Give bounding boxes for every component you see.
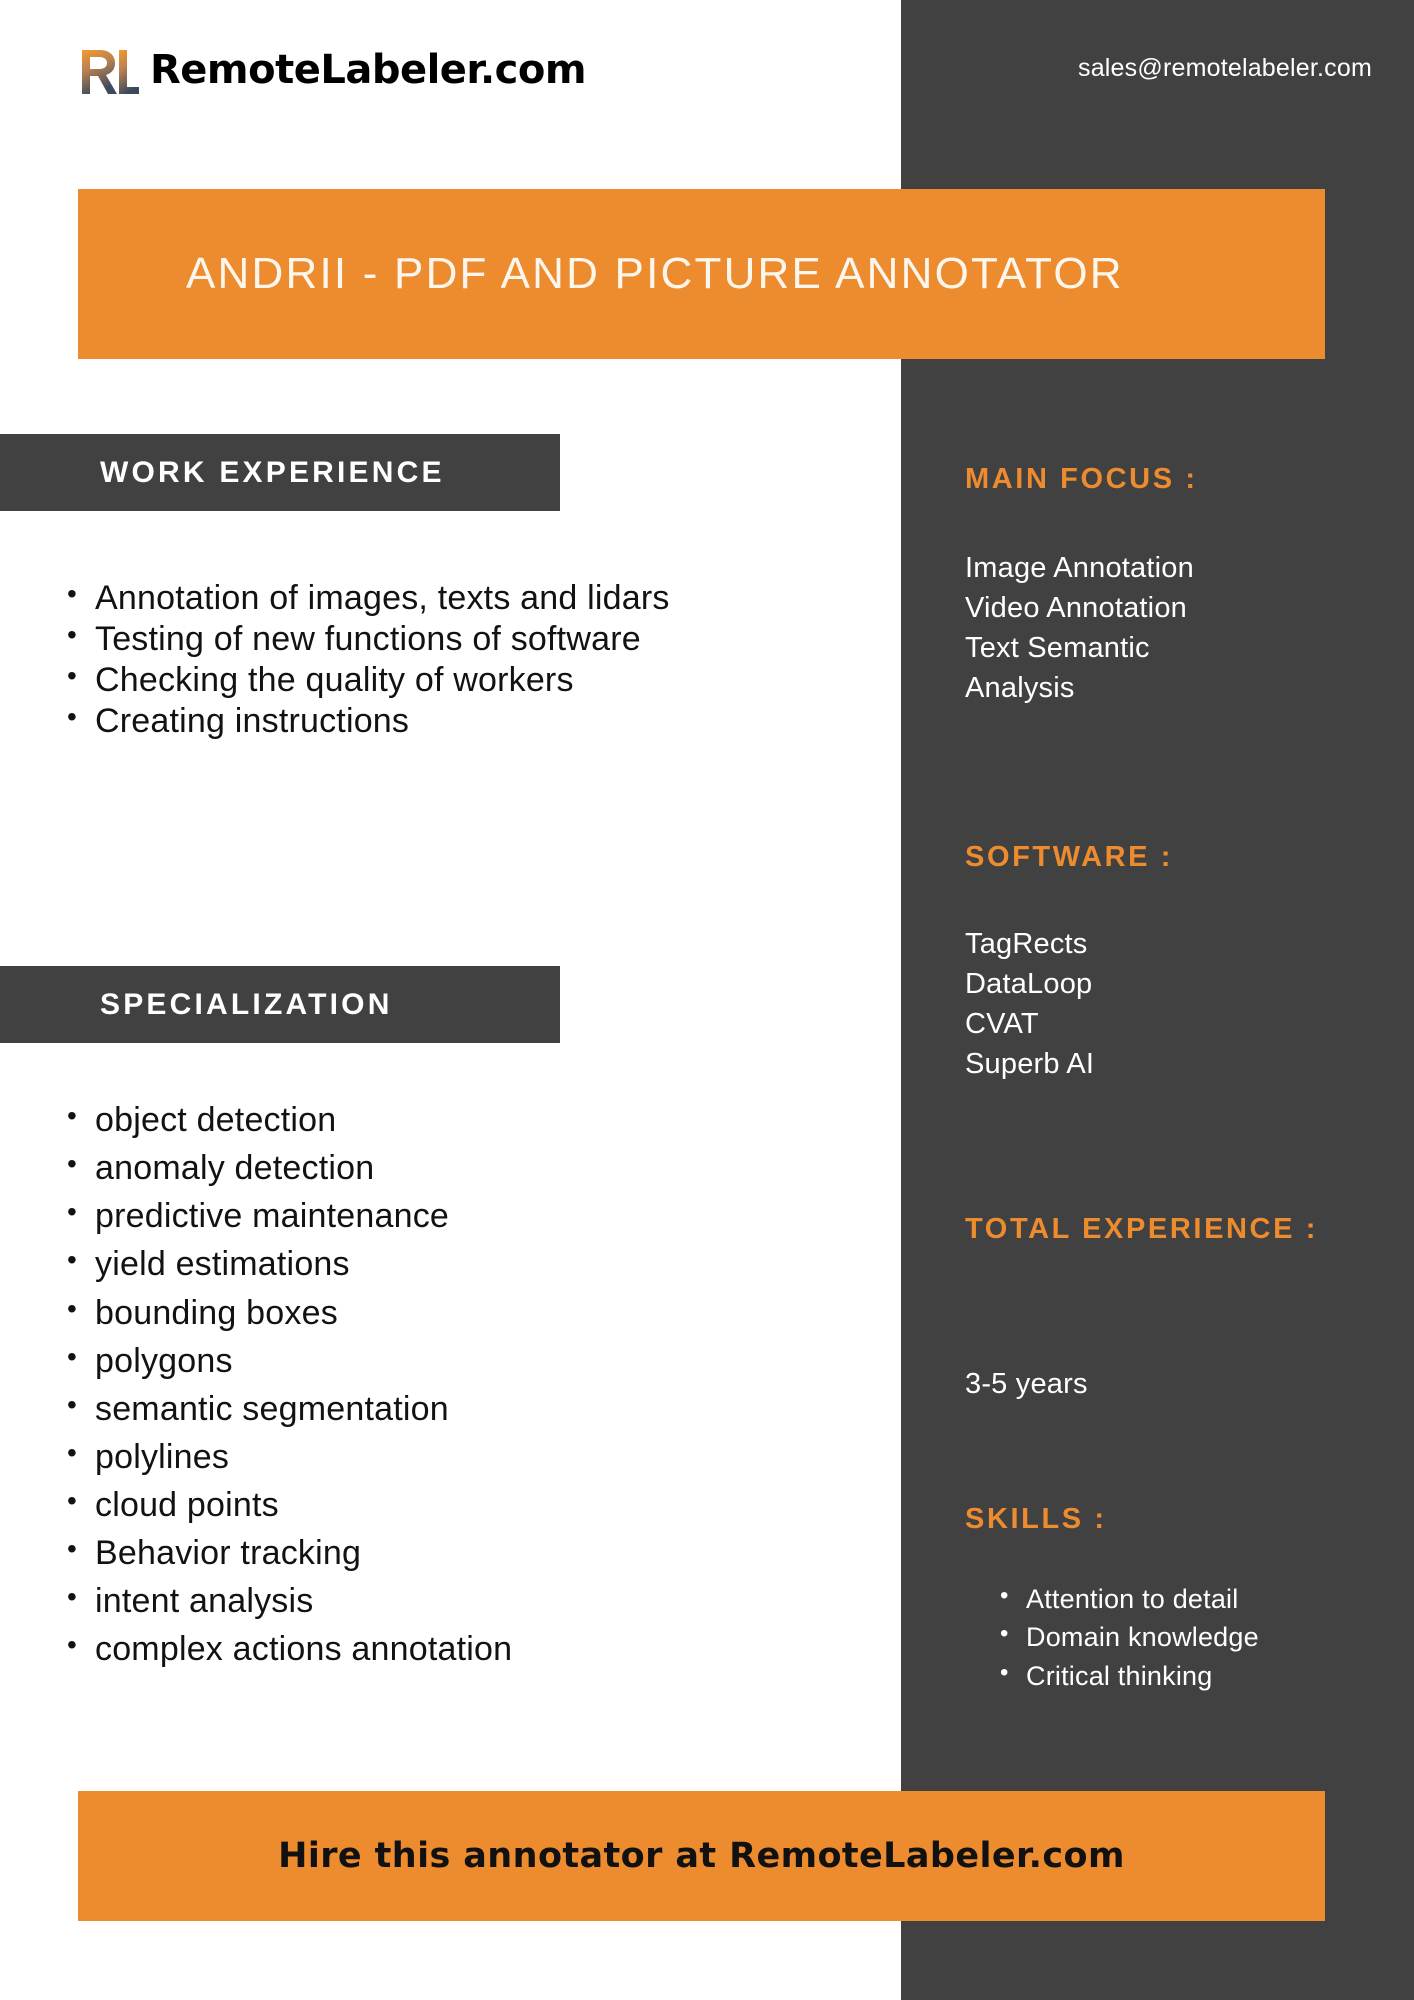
list-item: anomaly detection: [67, 1147, 875, 1189]
list-item: CVAT: [965, 1008, 1039, 1041]
cta-label: Hire this annotator at RemoteLabeler.com: [278, 1836, 1125, 1876]
section-title-work-experience: WORK EXPERIENCE: [100, 455, 445, 489]
contact-email[interactable]: sales@remotelabeler.com: [1078, 54, 1372, 83]
list-item: Text Semantic: [965, 632, 1150, 665]
title-banner: ANDRII - PDF AND PICTURE ANNOTATOR: [78, 189, 1325, 359]
list-item: semantic segmentation: [67, 1388, 875, 1430]
list-item: yield estimations: [67, 1243, 875, 1285]
list-item: TagRects: [965, 928, 1088, 960]
work-experience-list: Annotation of images, texts and lidars T…: [0, 577, 795, 743]
list-item: intent analysis: [67, 1580, 875, 1622]
page-title: ANDRII - PDF AND PICTURE ANNOTATOR: [186, 249, 1124, 298]
software-list: TagRects DataLoop CVAT Superb AI: [965, 924, 1385, 1084]
list-item: predictive maintenance: [67, 1195, 875, 1237]
section-title-specialization: SPECIALIZATION: [100, 987, 393, 1021]
section-header-specialization: SPECIALIZATION: [0, 966, 560, 1043]
list-item: polylines: [67, 1436, 875, 1478]
list-item: Image Annotation: [965, 552, 1194, 584]
section-title-software: SOFTWARE :: [965, 841, 1174, 873]
list-item: Critical thinking: [1000, 1656, 1414, 1695]
skills-list: Attention to detail Domain knowledge Cri…: [988, 1579, 1414, 1695]
brand-logo[interactable]: RemoteLabeler.com: [78, 44, 587, 96]
main-focus-list: Image Annotation Video Annotation Text S…: [965, 548, 1385, 708]
list-item: Annotation of images, texts and lidars: [67, 577, 795, 619]
section-title-total-experience: TOTAL EXPERIENCE :: [965, 1213, 1318, 1245]
list-item: cloud points: [67, 1484, 875, 1526]
list-item: DataLoop: [965, 968, 1093, 1001]
section-title-main-focus: MAIN FOCUS :: [965, 463, 1198, 495]
list-item: Attention to detail: [1000, 1579, 1414, 1618]
cta-banner[interactable]: Hire this annotator at RemoteLabeler.com: [78, 1791, 1325, 1921]
rl-monogram-icon: [78, 44, 140, 96]
list-item: Video Annotation: [965, 592, 1187, 625]
section-title-skills: SKILLS :: [965, 1503, 1107, 1535]
list-item: polygons: [67, 1340, 875, 1382]
list-item: bounding boxes: [67, 1291, 875, 1334]
list-item: Checking the quality of workers: [67, 659, 795, 701]
brand-name: RemoteLabeler.com: [150, 47, 587, 93]
list-item: object detection: [67, 1099, 875, 1141]
list-item: Superb AI: [965, 1048, 1095, 1081]
list-item: Analysis: [965, 672, 1075, 705]
section-header-work-experience: WORK EXPERIENCE: [0, 434, 560, 511]
list-item: Creating instructions: [67, 700, 795, 742]
list-item: Domain knowledge: [1000, 1617, 1414, 1656]
total-experience-value: 3-5 years: [965, 1368, 1088, 1400]
list-item: complex actions annotation: [67, 1628, 875, 1670]
specialization-list: object detection anomaly detection predi…: [0, 1099, 875, 1678]
resume-poster: RemoteLabeler.com sales@remotelabeler.co…: [0, 0, 1414, 2000]
list-item: Testing of new functions of software: [67, 618, 795, 660]
list-item: Behavior tracking: [67, 1532, 875, 1574]
